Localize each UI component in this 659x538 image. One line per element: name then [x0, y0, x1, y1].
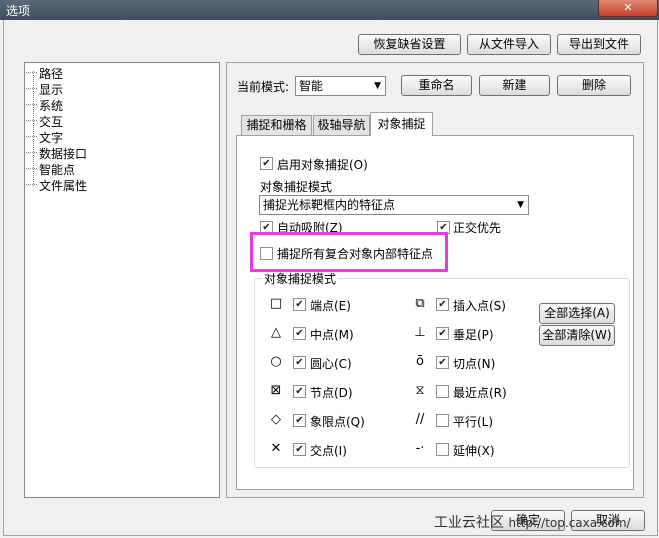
enable-snap-label: 启用对象捕捉(O) — [277, 158, 368, 172]
highlight-box — [250, 232, 448, 272]
current-mode-value: 智能 — [299, 79, 324, 93]
endpoint-label: 端点(E) — [310, 299, 351, 313]
window-title: 选项 — [6, 4, 31, 18]
intersection-checkbox[interactable]: ✔ — [293, 443, 306, 456]
perpendicular-label: 垂足(P) — [453, 328, 494, 342]
tree-item-data-interface[interactable]: 数据接口 — [26, 145, 87, 162]
insert-icon: ⧉ — [415, 296, 425, 311]
snap-mode-label: 对象捕捉模式 — [260, 180, 333, 194]
extension-checkbox[interactable] — [436, 443, 449, 456]
nearest-icon: ⧖ — [415, 383, 425, 398]
center-checkbox[interactable]: ✔ — [293, 356, 306, 369]
tree-item-system[interactable]: 系统 — [26, 97, 63, 114]
watermark-text: 工业云社区 — [434, 515, 504, 531]
quadrant-label: 象限点(Q) — [310, 415, 365, 429]
nearest-label: 最近点(R) — [453, 386, 507, 400]
endpoint-checkbox[interactable]: ✔ — [293, 298, 306, 311]
current-mode-label: 当前模式: — [237, 80, 290, 94]
perpendicular-icon: ⊥ — [414, 325, 426, 340]
tree-item-text[interactable]: 文字 — [26, 129, 63, 146]
rename-button[interactable]: 重命名 — [401, 75, 472, 96]
center-label: 圆心(C) — [310, 357, 352, 371]
insert-point-checkbox[interactable]: ✔ — [436, 298, 449, 311]
tree-item-path[interactable]: 路径 — [26, 65, 63, 82]
parallel-checkbox[interactable] — [436, 414, 449, 427]
restore-defaults-button[interactable]: 恢复缺省设置 — [358, 34, 461, 55]
tab-snap-grid[interactable]: 捕捉和栅格 — [241, 115, 312, 135]
snap-mode-select[interactable]: 捕捉光标靶框内的特征点 ▼ — [259, 195, 529, 215]
snap-mode-value: 捕捉光标靶框内的特征点 — [263, 198, 396, 212]
nearest-checkbox[interactable] — [436, 385, 449, 398]
tab-object-snap[interactable]: 对象捕捉 — [370, 112, 433, 136]
insert-point-label: 插入点(S) — [453, 299, 506, 313]
square-icon: □ — [269, 296, 283, 311]
title-bar — [0, 0, 659, 20]
triangle-icon: △ — [271, 325, 281, 340]
tangent-label: 切点(N) — [453, 357, 496, 371]
ortho-priority-label: 正交优先 — [453, 221, 502, 235]
circle-icon: ○ — [270, 354, 282, 369]
import-from-file-button[interactable]: 从文件导入 — [467, 34, 551, 55]
diamond-icon: ◇ — [271, 412, 281, 427]
midpoint-checkbox[interactable]: ✔ — [293, 327, 306, 340]
enable-snap-checkbox[interactable]: ✔ — [260, 157, 273, 170]
watermark: 工业云社区 http://top.caxa.com/ — [434, 512, 631, 532]
close-icon: ✕ — [623, 1, 633, 14]
select-all-button[interactable]: 全部选择(A) — [539, 303, 615, 324]
watermark-url: http://top.caxa.com/ — [508, 516, 631, 530]
export-to-file-button[interactable]: 导出到文件 — [557, 34, 641, 55]
tree-item-smart-point[interactable]: 智能点 — [26, 161, 75, 178]
tab-polar-navigation[interactable]: 极轴导航 — [313, 115, 370, 135]
tree-item-display[interactable]: 显示 — [26, 81, 63, 98]
parallel-icon: // — [415, 412, 425, 427]
dropdown-arrow-icon: ▼ — [374, 81, 381, 91]
midpoint-label: 中点(M) — [310, 328, 354, 342]
tangent-icon: ō — [416, 354, 424, 369]
dropdown-arrow-icon: ▼ — [517, 200, 524, 210]
cross-icon: ✕ — [270, 441, 282, 456]
tangent-checkbox[interactable]: ✔ — [436, 356, 449, 369]
node-checkbox[interactable]: ✔ — [293, 385, 306, 398]
quadrant-checkbox[interactable]: ✔ — [293, 414, 306, 427]
extension-label: 延伸(X) — [453, 444, 495, 458]
node-icon: ⊠ — [270, 383, 282, 398]
new-button[interactable]: 新建 — [479, 75, 550, 96]
category-tree: 路径 显示 系统 交互 文字 数据接口 智能点 文件属性 — [24, 62, 220, 498]
extension-icon: -· — [415, 441, 425, 456]
tree-item-file-properties[interactable]: 文件属性 — [26, 177, 87, 194]
snap-modes-group-title: 对象捕捉模式 — [262, 270, 339, 287]
parallel-label: 平行(L) — [453, 415, 494, 429]
current-mode-select[interactable]: 智能 ▼ — [295, 76, 386, 96]
delete-button[interactable]: 删除 — [557, 75, 631, 96]
perpendicular-checkbox[interactable]: ✔ — [436, 327, 449, 340]
node-label: 节点(D) — [310, 386, 353, 400]
close-button[interactable]: ✕ — [598, 0, 658, 17]
intersection-label: 交点(I) — [310, 444, 347, 458]
clear-all-button[interactable]: 全部清除(W) — [539, 325, 615, 346]
tree-item-interaction[interactable]: 交互 — [26, 113, 63, 130]
